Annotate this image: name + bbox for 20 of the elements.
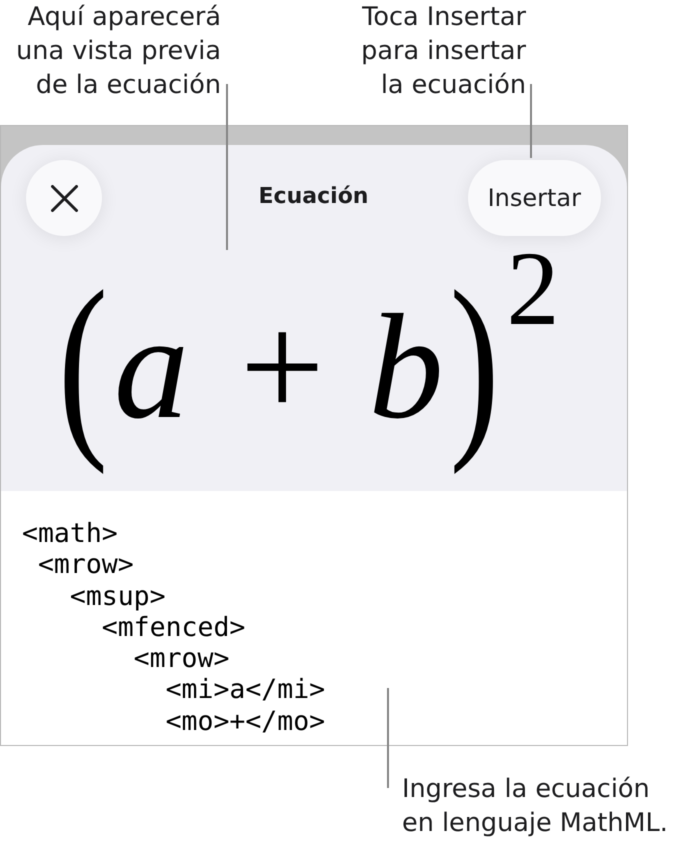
equation-variable: a	[114, 292, 189, 442]
callout-text: Ingresa la ecuación en lenguaje MathML.	[402, 773, 669, 840]
code-line: <mi>a</mi>	[166, 674, 326, 706]
equation-parenthesis: )	[448, 248, 501, 478]
insert-button[interactable]: Insertar	[468, 160, 601, 236]
sheet-title: Ecuación	[258, 184, 368, 208]
equation-parenthesis: (	[57, 248, 109, 478]
code-line: <mrow>	[134, 643, 230, 674]
code-line: <msup>	[70, 580, 166, 612]
equation-operator: +	[240, 292, 325, 442]
close-icon	[50, 184, 78, 212]
equation-variable: b	[368, 292, 444, 442]
code-line: <math>	[22, 518, 118, 550]
code-line: <mfenced>	[102, 612, 246, 644]
code-line: <mo>+</mo>	[166, 706, 326, 738]
callout-text: Toca Insertar para insertar la ecuación	[360, 1, 526, 102]
code-line: <mrow>	[38, 549, 134, 581]
mathml-input-field[interactable]: <math> <mrow> <msup> <mfenced> <mrow> <mi>a</mi> <mo>+</mo>	[1, 491, 627, 745]
equation-exponent: 2	[506, 236, 560, 342]
callout-text: Aquí aparecerá una vista previa de la ecuación	[15, 1, 221, 102]
